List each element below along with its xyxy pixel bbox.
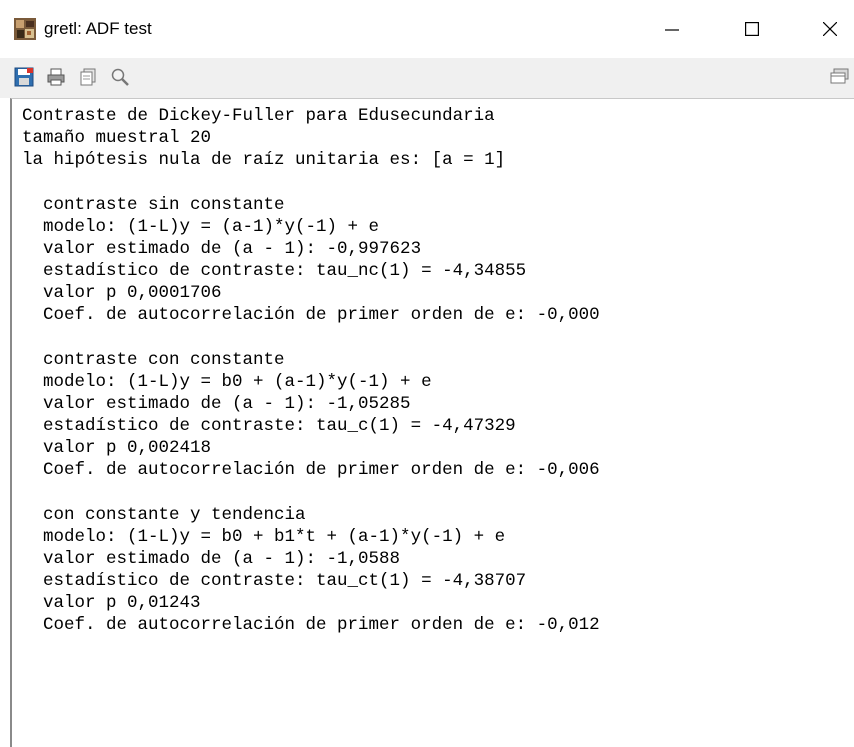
output-line: modelo: (1-L)y = b0 + (a-1)*y(-1) + e (22, 371, 432, 392)
output-line: estadístico de contraste: tau_nc(1) = -4… (22, 261, 527, 282)
output-line: Contraste de Dickey-Fuller para Edusecun… (22, 106, 495, 126)
output-line: valor p 0,002418 (22, 438, 212, 459)
output-line: valor p 0,0001706 (22, 283, 222, 304)
output-line: modelo: (1-L)y = b0 + b1*t + (a-1)*y(-1)… (22, 526, 506, 547)
output-line: Coef. de autocorrelación de primer orden… (22, 615, 600, 636)
output-line: contraste sin constante (22, 194, 285, 215)
copy-icon (78, 67, 98, 92)
output-line: valor estimado de (a - 1): -1,0588 (22, 549, 401, 569)
print-button[interactable] (44, 67, 68, 91)
output-line: tamaño muestral 20 (22, 128, 212, 149)
window-title: gretl: ADF test (44, 19, 152, 38)
output-line: valor estimado de (a - 1): -0,997623 (22, 238, 422, 259)
title-bar: gretl: ADF test (0, 0, 854, 58)
output-line: valor p 0,01243 (22, 593, 201, 614)
maximize-button[interactable] (732, 10, 772, 48)
find-button[interactable] (108, 67, 132, 91)
toolbar (0, 58, 854, 98)
window-list-button[interactable] (828, 67, 852, 91)
output-line: con constante y tendencia (22, 504, 306, 525)
output-line: modelo: (1-L)y = (a-1)*y(-1) + e (22, 216, 380, 237)
minimize-button[interactable] (652, 10, 692, 48)
maximize-icon (745, 22, 759, 36)
save-icon (14, 67, 34, 92)
output-line: estadístico de contraste: tau_ct(1) = -4… (22, 571, 527, 592)
output-line: Coef. de autocorrelación de primer orden… (22, 460, 600, 481)
print-icon (46, 67, 66, 92)
output-line: valor estimado de (a - 1): -1,05285 (22, 393, 411, 414)
gretl-icon (14, 18, 36, 40)
output-text-area[interactable]: Contraste de Dickey-Fuller para Edusecun… (10, 98, 854, 747)
save-button[interactable] (12, 67, 36, 91)
copy-button[interactable] (76, 67, 100, 91)
close-icon (823, 22, 837, 36)
minimize-icon (665, 22, 679, 36)
find-icon (110, 67, 130, 92)
output-line: estadístico de contraste: tau_c(1) = -4,… (22, 416, 516, 437)
window-list-icon (830, 67, 850, 92)
output-line: la hipótesis nula de raíz unitaria es: [… (22, 150, 506, 171)
close-button[interactable] (810, 10, 850, 48)
output-line: Coef. de autocorrelación de primer orden… (22, 305, 600, 326)
output-line: contraste con constante (22, 349, 285, 370)
